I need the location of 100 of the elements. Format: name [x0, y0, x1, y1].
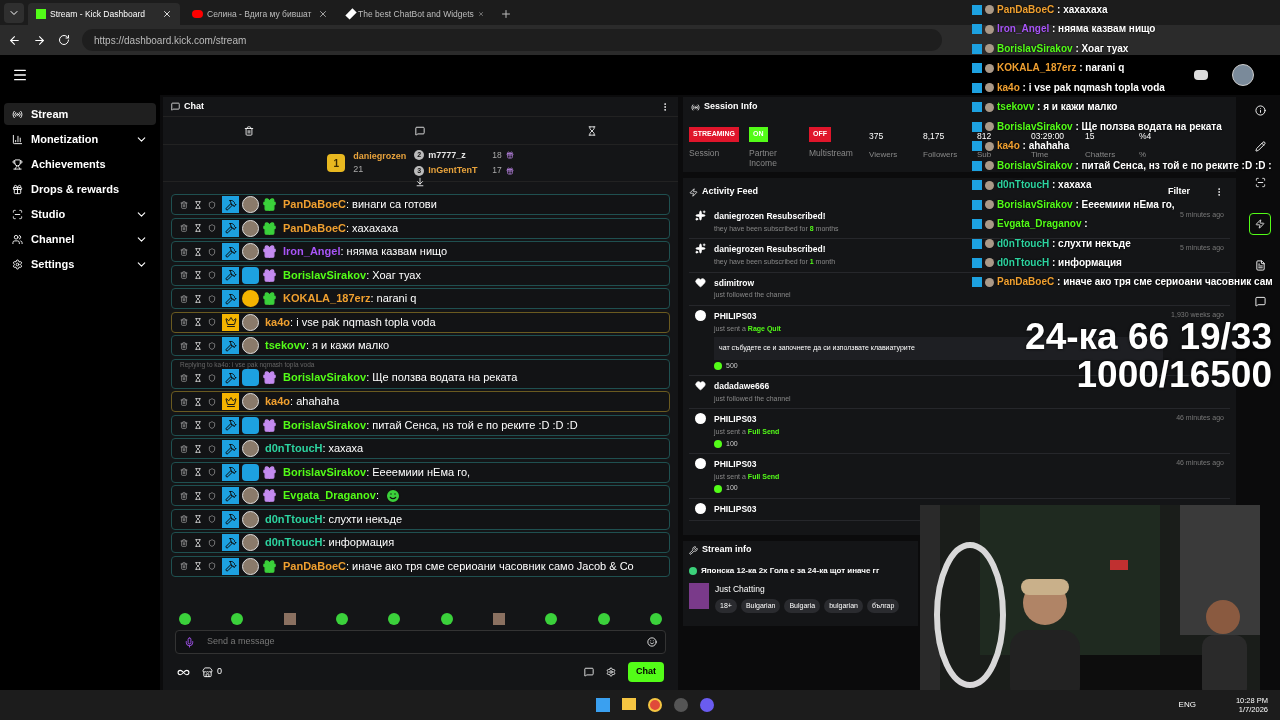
reload-icon[interactable]	[58, 34, 70, 46]
settings-icon[interactable]	[606, 667, 616, 677]
stat-label: Time	[1031, 151, 1049, 159]
start-icon[interactable]	[596, 698, 611, 712]
hourglass-icon[interactable]	[194, 224, 202, 232]
sidebar-item[interactable]: Studio	[4, 203, 156, 225]
new-tab-icon[interactable]	[500, 8, 512, 20]
trash-icon[interactable]	[243, 125, 254, 136]
sidebar-item[interactable]: Achievements	[4, 153, 156, 175]
hourglass-icon[interactable]	[194, 397, 202, 406]
shield-icon[interactable]	[208, 444, 216, 453]
address-field[interactable]: https://dashboard.kick.com/stream	[82, 29, 942, 51]
hourglass-icon[interactable]	[194, 421, 202, 429]
shield-icon[interactable]	[208, 373, 216, 382]
close-icon[interactable]	[162, 9, 172, 19]
shield-icon[interactable]	[208, 247, 216, 256]
browser-tab[interactable]: Селина - Вдига му бившат	[184, 3, 336, 25]
browser-tab[interactable]: The best ChatBot and Widgets	[340, 3, 492, 25]
emote-icon[interactable]	[231, 613, 244, 625]
sidebar-item[interactable]: Stream	[4, 103, 156, 125]
filter-button[interactable]: Filter	[1168, 185, 1190, 199]
back-icon[interactable]	[8, 33, 21, 47]
message-text: tsekovv: я и кажи малко	[265, 338, 390, 354]
hourglass-icon[interactable]	[587, 125, 598, 136]
emote-icon[interactable]	[388, 613, 401, 625]
message-input[interactable]: Send a message	[207, 635, 635, 649]
shield-icon[interactable]	[208, 224, 216, 232]
hourglass-icon[interactable]	[194, 444, 202, 453]
emote-icon[interactable]	[283, 613, 296, 625]
mic-icon[interactable]	[184, 636, 195, 648]
pencil-icon[interactable]	[1254, 141, 1266, 152]
emoji-icon[interactable]	[647, 637, 657, 647]
sidebar-item[interactable]: Channel	[4, 228, 156, 250]
emote-icon[interactable]	[440, 613, 453, 625]
sidebar-item[interactable]: Settings	[4, 253, 156, 275]
hourglass-icon[interactable]	[194, 562, 202, 570]
profile-avatar[interactable]	[1232, 64, 1254, 86]
message-text: KOKALA_187erz: narani q	[283, 291, 417, 307]
chat-icon[interactable]	[415, 125, 426, 136]
scroll-down-icon[interactable]	[415, 177, 425, 187]
hourglass-icon[interactable]	[194, 271, 202, 279]
rank-badge-icon	[242, 290, 259, 307]
hourglass-icon[interactable]	[194, 341, 202, 350]
message-field[interactable]: Send a message	[175, 630, 666, 654]
emote-icon[interactable]	[336, 613, 348, 625]
emote-icon[interactable]	[649, 613, 662, 625]
hourglass-icon[interactable]	[194, 538, 202, 547]
studio-icon[interactable]	[1254, 177, 1266, 188]
shield-icon[interactable]	[208, 318, 216, 326]
emote-icon[interactable]	[597, 613, 610, 625]
shield-icon[interactable]	[208, 562, 216, 570]
chat-icon[interactable]	[584, 667, 594, 677]
chat-button[interactable]: Chat	[628, 662, 664, 682]
shield-icon[interactable]	[208, 491, 216, 500]
hourglass-icon[interactable]	[194, 318, 202, 326]
emote-icon[interactable]	[545, 613, 558, 625]
hourglass-icon[interactable]	[194, 200, 202, 209]
info-icon[interactable]	[1254, 105, 1266, 116]
shield-icon[interactable]	[208, 294, 216, 303]
notes-icon[interactable]	[1254, 260, 1266, 271]
gift-badge-icon	[262, 417, 277, 433]
message-text: PanDaBoeC: иначе ако тря сме сериоани часовник само Jacob & Co	[283, 558, 634, 574]
hourglass-icon[interactable]	[194, 294, 202, 303]
store-icon[interactable]	[202, 666, 213, 678]
chat-icon[interactable]	[1254, 296, 1266, 307]
kick-coin-icon	[695, 413, 706, 425]
leader-count: 18	[492, 148, 502, 162]
gift-icon	[505, 151, 514, 160]
menu-icon[interactable]	[12, 67, 28, 83]
kick-coin-icon	[695, 502, 706, 514]
emote-icon[interactable]	[179, 613, 191, 625]
browser-tab[interactable]: Stream - Kick Dashboard	[28, 3, 180, 25]
hourglass-icon[interactable]	[194, 373, 202, 382]
shield-icon[interactable]	[208, 421, 216, 429]
forward-icon[interactable]	[33, 33, 46, 47]
folder-icon[interactable]	[622, 698, 637, 710]
bolt-button[interactable]	[1249, 213, 1271, 235]
shield-icon[interactable]	[208, 200, 216, 209]
hourglass-icon[interactable]	[194, 468, 202, 476]
tab-search-icon[interactable]	[4, 3, 24, 23]
sidebar-item[interactable]: Monetization	[4, 128, 156, 150]
avatar-icon	[242, 510, 259, 528]
hourglass-icon[interactable]	[194, 491, 202, 500]
browser-icon[interactable]	[648, 698, 663, 712]
panel-title: Chat	[184, 99, 205, 113]
overlay-chat-line: BorislavSirakov : питай Сенса, нз той е по реките :D :D :	[997, 160, 1272, 171]
shield-icon[interactable]	[208, 341, 216, 350]
shield-icon[interactable]	[208, 271, 216, 279]
hourglass-icon[interactable]	[194, 247, 202, 256]
close-icon[interactable]	[318, 9, 328, 19]
language-indicator[interactable]: ENG	[1178, 699, 1196, 711]
shield-icon[interactable]	[208, 538, 216, 547]
stat-label: Followers	[923, 151, 958, 159]
hourglass-icon[interactable]	[194, 515, 202, 523]
sidebar-item[interactable]: Drops & rewards	[4, 178, 156, 200]
app-icon[interactable]	[700, 698, 715, 712]
shield-icon[interactable]	[208, 397, 216, 406]
shield-icon[interactable]	[208, 515, 216, 523]
emote-icon[interactable]	[492, 613, 505, 625]
shield-icon[interactable]	[208, 468, 216, 476]
